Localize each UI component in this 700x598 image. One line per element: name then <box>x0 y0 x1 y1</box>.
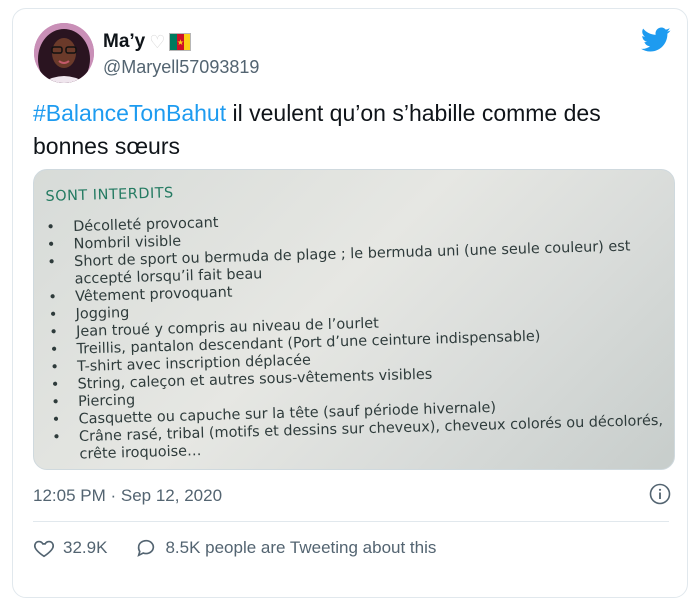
photo-document: SONT INTERDITS Décolleté provocant Nombr… <box>34 170 674 469</box>
author-display-name[interactable]: Ma’y <box>103 31 145 53</box>
tweet-media-photo[interactable]: SONT INTERDITS Décolleté provocant Nombr… <box>33 169 675 470</box>
speech-bubble-icon[interactable] <box>135 537 157 559</box>
tweet-text: #BalanceTonBahut il veulent qu’on s’habi… <box>33 97 653 163</box>
photo-heading: SONT INTERDITS <box>45 184 174 205</box>
tweet-card: Ma’y ♡ ★ @Maryell57093819 #BalanceTonBah… <box>12 8 688 598</box>
heart-icon[interactable] <box>33 537 55 559</box>
white-heart-icon: ♡ <box>149 32 166 52</box>
avatar[interactable] <box>34 23 94 83</box>
twitter-bird-icon[interactable] <box>641 27 671 53</box>
author-handle[interactable]: @Maryell57093819 <box>103 57 259 78</box>
tweeting-about-text: 8.5K people are Tweeting about this <box>165 538 437 557</box>
tweet-stats: 32.9K 8.5K people are Tweeting about thi… <box>33 537 464 559</box>
like-stat[interactable]: 32.9K <box>33 537 107 559</box>
forbidden-items-list: Décolleté provocant Nombril visible Shor… <box>44 202 674 465</box>
hashtag-link[interactable]: #BalanceTonBahut <box>33 100 226 126</box>
divider <box>33 521 669 522</box>
cameroon-flag-icon: ★ <box>169 33 192 51</box>
reply-stat[interactable]: 8.5K people are Tweeting about this <box>135 537 436 559</box>
tweet-timestamp[interactable]: 12:05 PM · Sep 12, 2020 <box>33 486 222 506</box>
info-icon[interactable] <box>649 483 671 505</box>
like-count: 32.9K <box>63 538 108 557</box>
